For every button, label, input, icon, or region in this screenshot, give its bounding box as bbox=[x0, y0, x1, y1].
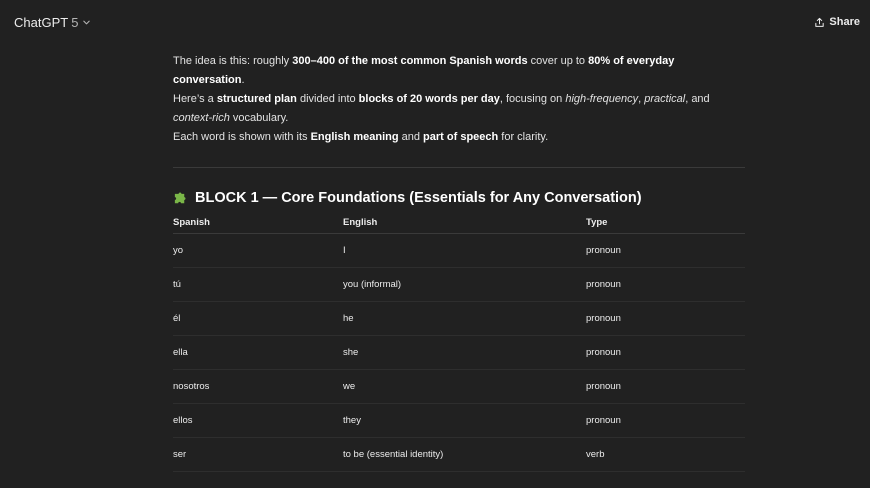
cell-spanish: él bbox=[173, 301, 343, 336]
cell-type: verb bbox=[586, 437, 745, 472]
plan-paragraph: Here’s a structured plan divided into bl… bbox=[173, 90, 745, 147]
plan-text-6: vocabulary. bbox=[229, 112, 289, 124]
plan-bold-blocks: blocks of 20 words per day bbox=[358, 93, 500, 105]
cell-english: you (informal) bbox=[343, 267, 586, 302]
plan-text-2: divided into bbox=[296, 93, 359, 105]
cell-spanish: ella bbox=[173, 335, 343, 370]
cell-english: she bbox=[343, 335, 586, 370]
intro-text: The idea is this: roughly bbox=[173, 55, 293, 67]
plan-italic-1: high-frequency bbox=[565, 93, 639, 105]
table-row: yo I pronoun bbox=[173, 233, 745, 268]
intro-text-2: cover up to bbox=[527, 55, 589, 67]
plan-text-3: , focusing on bbox=[499, 93, 566, 105]
plan-line2-bold-2: part of speech bbox=[423, 131, 499, 143]
column-header-spanish: Spanish bbox=[173, 211, 343, 234]
share-icon bbox=[814, 17, 825, 28]
top-bar: ChatGPT 5 Share bbox=[0, 0, 870, 44]
cell-type: pronoun bbox=[586, 403, 745, 438]
cell-type: pronoun bbox=[586, 233, 745, 268]
table-row: tú you (informal) pronoun bbox=[173, 267, 745, 302]
column-header-english: English bbox=[343, 211, 586, 234]
chat-window: ChatGPT 5 Share The idea is this: roughl… bbox=[0, 0, 870, 488]
model-version: 5 bbox=[71, 14, 79, 30]
plan-text-5: , and bbox=[685, 93, 710, 105]
table-row: nosotros we pronoun bbox=[173, 369, 745, 404]
table-row: él he pronoun bbox=[173, 301, 745, 336]
model-name: ChatGPT bbox=[14, 14, 69, 30]
plan-line2-text: Each word is shown with its bbox=[173, 131, 311, 143]
table-header-row: Spanish English Type bbox=[173, 211, 745, 234]
plan-line2-text-3: for clarity. bbox=[498, 131, 549, 143]
table-row: ella she pronoun bbox=[173, 335, 745, 370]
share-label: Share bbox=[829, 16, 860, 28]
puzzle-piece-icon bbox=[173, 191, 188, 206]
plan-bold-structured: structured plan bbox=[216, 93, 297, 105]
cell-english: they bbox=[343, 403, 586, 438]
cell-spanish: yo bbox=[173, 233, 343, 268]
plan-text: Here’s a bbox=[173, 93, 217, 105]
block-heading: BLOCK 1 — Core Foundations (Essentials f… bbox=[173, 190, 745, 206]
share-button[interactable]: Share bbox=[814, 16, 860, 28]
vocabulary-table: Spanish English Type yo I pronoun tú you… bbox=[173, 211, 745, 472]
plan-line2-text-2: and bbox=[398, 131, 424, 143]
cell-type: pronoun bbox=[586, 301, 745, 336]
cell-english: I bbox=[343, 233, 586, 268]
cell-type: pronoun bbox=[586, 369, 745, 404]
intro-bold-words: 300–400 of the most common Spanish words bbox=[292, 55, 528, 67]
assistant-message: The idea is this: roughly 300–400 of the… bbox=[173, 52, 745, 472]
column-header-type: Type bbox=[586, 211, 745, 234]
cell-english: he bbox=[343, 301, 586, 336]
plan-italic-3: context-rich bbox=[173, 112, 230, 124]
cell-type: pronoun bbox=[586, 267, 745, 302]
intro-paragraph: The idea is this: roughly 300–400 of the… bbox=[173, 52, 745, 90]
table-row: ser to be (essential identity) verb bbox=[173, 437, 745, 472]
cell-english: we bbox=[343, 369, 586, 404]
cell-english: to be (essential identity) bbox=[343, 437, 586, 472]
section-divider bbox=[173, 167, 745, 168]
chevron-down-icon bbox=[82, 18, 91, 27]
cell-spanish: ser bbox=[173, 437, 343, 472]
cell-spanish: nosotros bbox=[173, 369, 343, 404]
cell-type: pronoun bbox=[586, 335, 745, 370]
cell-spanish: tú bbox=[173, 267, 343, 302]
cell-spanish: ellos bbox=[173, 403, 343, 438]
plan-line2-bold-1: English meaning bbox=[310, 131, 399, 143]
block-title: BLOCK 1 — Core Foundations (Essentials f… bbox=[195, 190, 642, 206]
plan-italic-2: practical bbox=[644, 93, 686, 105]
intro-text-3: . bbox=[241, 74, 245, 86]
table-row: ellos they pronoun bbox=[173, 403, 745, 438]
model-switcher[interactable]: ChatGPT 5 bbox=[14, 15, 91, 30]
